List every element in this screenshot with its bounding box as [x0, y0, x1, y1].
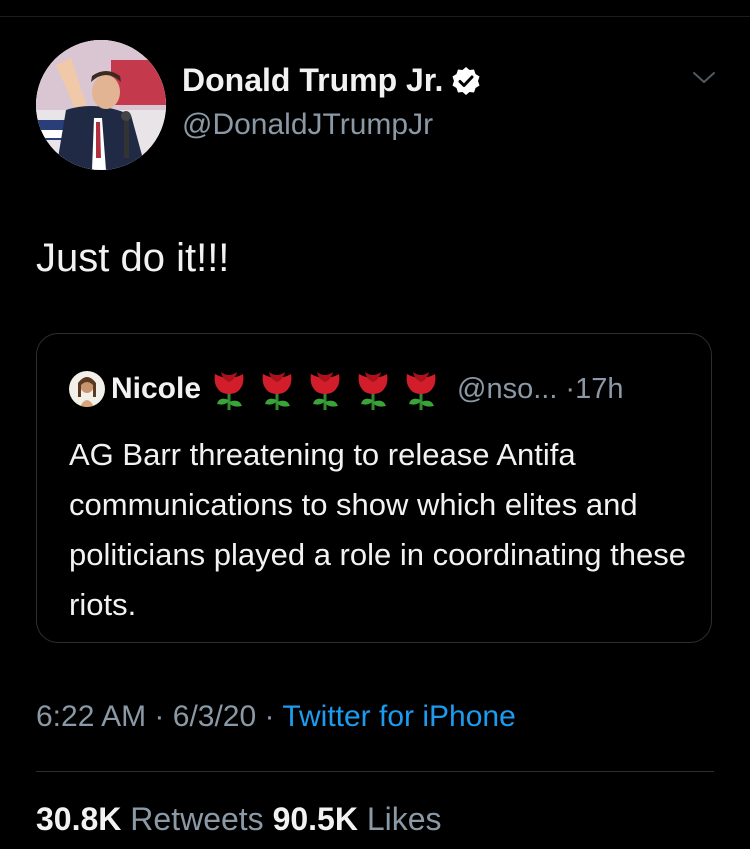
profile-photo-image [36, 40, 166, 170]
retweets-count: 30.8K [36, 801, 122, 837]
rose-icon [358, 372, 388, 410]
meta-separator: · [264, 700, 275, 733]
quoted-tweet-text: AG Barr threatening to release Antifa co… [69, 437, 686, 622]
retweets-label: Retweets [130, 801, 264, 837]
likes-stat[interactable]: 90.5K Likes [273, 801, 442, 837]
stats-divider [36, 771, 714, 772]
top-divider [0, 16, 750, 17]
likes-label: Likes [366, 801, 442, 837]
quoted-header-separator: · [565, 372, 576, 405]
tweet-meta: 6:22 AM · 6/3/20 · Twitter for iPhone [36, 700, 516, 734]
quoted-profile-photo-image [69, 371, 105, 407]
author-avatar[interactable] [36, 40, 166, 170]
retweets-stat[interactable]: 30.8K Retweets [36, 801, 264, 837]
tweet-time[interactable]: 6:22 AM [36, 700, 146, 733]
author-handle[interactable]: @DonaldJTrumpJr [182, 108, 433, 142]
rose-icon [262, 372, 292, 410]
quoted-author-name[interactable]: Nicole [111, 372, 201, 406]
chevron-down-icon[interactable] [692, 70, 716, 86]
verified-badge-icon [452, 66, 480, 95]
likes-count: 90.5K [272, 801, 358, 837]
quoted-tweet-header: Nicole @nso... · 17h [69, 368, 623, 410]
author-name-text: Donald Trump Jr. [182, 62, 444, 98]
tweet-source-link[interactable]: Twitter for iPhone [282, 700, 515, 733]
tweet-text: Just do it!!! [36, 236, 230, 280]
quoted-tweet-card[interactable]: Nicole @nso... · 17h AG Barr threatening… [36, 333, 712, 643]
name-decoration [207, 368, 447, 410]
quoted-tweet-age[interactable]: 17h [575, 373, 623, 406]
meta-separator: · [154, 700, 165, 733]
tweet-date[interactable]: 6/3/20 [173, 700, 256, 733]
author-name[interactable]: Donald Trump Jr. [182, 62, 481, 99]
quoted-author-avatar[interactable] [69, 371, 105, 407]
rose-icon [406, 372, 436, 410]
quoted-author-handle[interactable]: @nso... [457, 373, 557, 406]
tweet-stats: 30.8K Retweets 90.5K Likes [36, 801, 442, 838]
rose-icon [310, 372, 340, 410]
rose-icon [214, 372, 244, 410]
